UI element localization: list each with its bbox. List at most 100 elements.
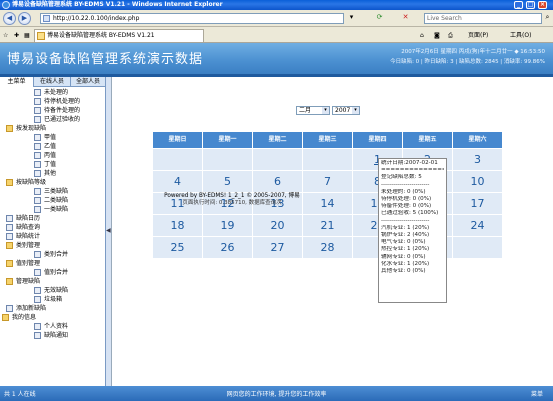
- calendar-day[interactable]: 4: [153, 171, 202, 192]
- search-input[interactable]: Live Search: [424, 13, 542, 24]
- sidebar-item[interactable]: 垃圾箱: [0, 295, 105, 304]
- tab-main[interactable]: 博易设备缺陷管理系统 BY-EDMS V1.21: [34, 29, 204, 42]
- calendar-day[interactable]: 10: [453, 171, 502, 192]
- tooltip-line: ------------------------: [381, 217, 430, 224]
- sidebar-item[interactable]: 值别合并: [0, 268, 105, 277]
- calendar-day[interactable]: 21: [303, 215, 352, 236]
- sidebar-item[interactable]: 管理缺陷: [0, 277, 105, 286]
- year-select[interactable]: 2007 ▾: [332, 106, 360, 115]
- document-icon: [34, 134, 41, 141]
- sidebar-item[interactable]: 缺陷统计: [0, 232, 105, 241]
- sidebar-item[interactable]: 其他: [0, 169, 105, 178]
- sidebar-item[interactable]: 个人资料: [0, 322, 105, 331]
- document-icon: [34, 206, 41, 213]
- maximize-button[interactable]: □: [526, 1, 535, 9]
- sidebar-item[interactable]: 类别合并: [0, 250, 105, 259]
- refresh-icon[interactable]: ⟳: [374, 13, 385, 24]
- address-bar[interactable]: http://10.22.0.100/index.php: [40, 13, 344, 24]
- sidebar-item[interactable]: 类别管理: [0, 241, 105, 250]
- calendar-day[interactable]: 20: [253, 215, 302, 236]
- sidebar-item[interactable]: 三类缺陷: [0, 187, 105, 196]
- folder-icon: [6, 179, 13, 186]
- tooltip-line: 统计日期:2007-02-01: [381, 160, 438, 166]
- sidebar-item[interactable]: 待备件处理的: [0, 106, 105, 115]
- sidebar-item[interactable]: 缺陷日历: [0, 214, 105, 223]
- calendar-day[interactable]: 6: [253, 171, 302, 192]
- add-favorites-icon[interactable]: ✚: [14, 31, 19, 40]
- document-icon: [34, 251, 41, 258]
- calendar-day[interactable]: 18: [153, 215, 202, 236]
- chevron-down-icon: ▾: [352, 107, 359, 114]
- calendar-day[interactable]: 24: [453, 215, 502, 236]
- status-bar: 共 1 人在线 网页您的工作环境, 提升您的工作效率 菜单: [0, 386, 553, 401]
- sidebar-item-label: 待备件处理的: [44, 107, 81, 114]
- sidebar-item[interactable]: 待停机处理的: [0, 97, 105, 106]
- calendar-day[interactable]: 17: [453, 193, 502, 214]
- document-icon: [34, 170, 41, 177]
- tooltip-line: 化水专业: 1 (20%): [381, 260, 430, 267]
- sidebar-item[interactable]: 我的信息: [0, 313, 105, 322]
- tab-list-icon[interactable]: ▦: [24, 31, 30, 40]
- sidebar-item[interactable]: 值别管理: [0, 259, 105, 268]
- menu-tree: 未处理的 待停机处理的 待备件处理的 已通过验收的 按发现缺陷甲值 乙值 丙值 丁值 其他 按缺陷…: [0, 87, 105, 340]
- address-dropdown-icon[interactable]: ▾: [346, 13, 357, 24]
- favorites-star-icon[interactable]: ☆: [3, 31, 8, 40]
- home-icon[interactable]: ⌂: [420, 31, 424, 40]
- sidebar-item[interactable]: 一类缺陷: [0, 205, 105, 214]
- collapse-arrow-icon[interactable]: ◀: [106, 227, 111, 234]
- sidebar-item[interactable]: 未处理的: [0, 88, 105, 97]
- calendar-day[interactable]: 26: [203, 237, 252, 258]
- page-icon: [43, 15, 50, 22]
- tab-main-menu[interactable]: 主菜单: [0, 77, 34, 87]
- status-slogan: 网页您的工作环境, 提升您的工作效率: [226, 391, 327, 398]
- menu-toggle[interactable]: 菜单: [531, 389, 543, 398]
- sidebar-item-label: 甲值: [44, 134, 57, 141]
- sidebar-item[interactable]: 按缺陷等级: [0, 178, 105, 187]
- print-icon[interactable]: ⎙: [448, 31, 453, 40]
- tools-menu[interactable]: 工具(O): [510, 31, 531, 40]
- window-titlebar: 博易设备缺陷管理系统 BY-EDMS V1.21 - Windows Inter…: [0, 0, 553, 10]
- calendar-day[interactable]: 27: [253, 237, 302, 258]
- calendar-day[interactable]: 3: [453, 149, 502, 170]
- sidebar-item[interactable]: 甲值: [0, 133, 105, 142]
- page-menu[interactable]: 页面(P): [468, 31, 488, 40]
- tooltip-line: ========================: [381, 167, 444, 174]
- sidebar-item-label: 无效缺陷: [44, 287, 69, 294]
- tooltip-line: 汽机专业: 1 (20%): [381, 224, 430, 231]
- sidebar-item[interactable]: 缺陷查询: [0, 223, 105, 232]
- stop-icon[interactable]: ✕: [400, 13, 411, 24]
- calendar-day[interactable]: 19: [203, 215, 252, 236]
- tab-all-users[interactable]: 全部人员: [71, 77, 105, 87]
- tooltip-line: 未处理的: 0 (0%): [381, 188, 426, 195]
- calendar-day[interactable]: 5: [203, 171, 252, 192]
- sidebar-item[interactable]: 已通过验收的: [0, 115, 105, 124]
- calendar-day[interactable]: 25: [153, 237, 202, 258]
- sidebar-item[interactable]: 无效缺陷: [0, 286, 105, 295]
- calendar-day[interactable]: 28: [303, 237, 352, 258]
- sidebar-item[interactable]: 缺陷通知: [0, 331, 105, 340]
- forward-button[interactable]: ▶: [18, 12, 31, 25]
- document-icon: [34, 188, 41, 195]
- sidebar-item-label: 类别管理: [16, 242, 41, 249]
- sidebar-item-label: 按发现缺陷: [16, 125, 47, 132]
- feeds-icon[interactable]: ◙: [434, 31, 440, 40]
- document-icon: [34, 296, 41, 303]
- sidebar-item-label: 缺陷日历: [16, 215, 41, 222]
- tab-online-users[interactable]: 在线人员: [34, 77, 71, 87]
- sidebar-item[interactable]: 按发现缺陷: [0, 124, 105, 133]
- sidebar-item[interactable]: 添加新缺陷: [0, 304, 105, 313]
- sidebar-item[interactable]: 二类缺陷: [0, 196, 105, 205]
- calendar-day[interactable]: 7: [303, 171, 352, 192]
- search-icon[interactable]: ⌕: [542, 13, 553, 24]
- close-button[interactable]: ×: [538, 1, 547, 9]
- sidebar-item[interactable]: 丁值: [0, 160, 105, 169]
- document-icon: [34, 161, 41, 168]
- sidebar-item-label: 垃圾箱: [44, 296, 63, 303]
- minimize-button[interactable]: _: [514, 1, 523, 9]
- back-button[interactable]: ◀: [3, 12, 16, 25]
- month-select[interactable]: 二月 ▾: [296, 106, 330, 115]
- footer-exec-time: 页面执行时间: 0.385710, 数据库查询次: [182, 200, 282, 206]
- sidebar-item-label: 未处理的: [44, 89, 69, 96]
- sidebar-item[interactable]: 乙值: [0, 142, 105, 151]
- sidebar-item[interactable]: 丙值: [0, 151, 105, 160]
